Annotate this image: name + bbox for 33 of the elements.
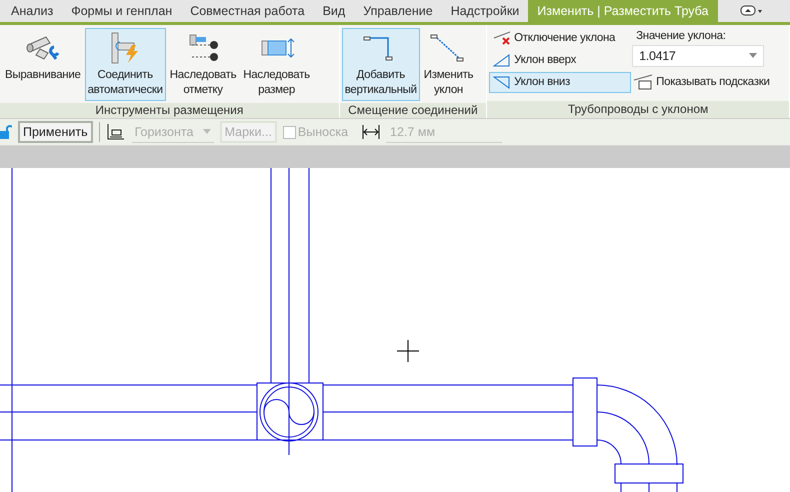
slope-down-icon	[493, 74, 512, 90]
slope-value-dropdown[interactable]: 1.0417	[632, 44, 764, 67]
slope-option-button[interactable]: Уклон вверх	[489, 50, 632, 71]
panel-title: Инструменты размещения	[0, 102, 339, 118]
ribbon-tool-button[interactable]: Выравнивание	[2, 28, 84, 101]
dropdown-caret-icon	[749, 53, 758, 58]
slope-option-button[interactable]: Отключение уклона	[489, 28, 632, 49]
ribbon-tab[interactable]: Вид	[314, 0, 354, 22]
ribbon-tab[interactable]: Формы и генплан	[62, 0, 182, 22]
ribbon-tool-button[interactable]: Изменить уклон	[420, 28, 476, 101]
slope-up-icon	[493, 52, 512, 68]
slope-value-label: Значение уклона:	[635, 28, 727, 44]
ribbon-tool-button[interactable]: Добавить вертикальный	[342, 28, 420, 101]
ribbon-tab[interactable]: Совместная работа	[181, 0, 314, 22]
ribbon-tool-button[interactable]: Наследовать размер	[240, 28, 313, 101]
crosshair-cursor-icon	[396, 340, 420, 362]
apply-button[interactable]: Применить	[18, 121, 93, 143]
ribbon-tab[interactable]: Анализ	[2, 0, 62, 22]
dimension-icon	[362, 125, 380, 139]
ribbon-tab[interactable]: Управление	[354, 0, 442, 22]
placement-icon	[106, 123, 126, 141]
panel-toggle-icon[interactable]	[740, 4, 764, 17]
slope-option-button[interactable]: Уклон вниз	[489, 72, 632, 93]
ribbon-tab[interactable]: Надстройки	[442, 0, 528, 22]
panel-title: Трубопроводы с уклоном	[487, 100, 789, 118]
ribbon-tool-button[interactable]: Наследовать отметку	[166, 28, 240, 101]
show-tooltips-button[interactable]: Показывать подсказки	[632, 72, 774, 93]
unlock-icon[interactable]	[0, 124, 12, 140]
dropdown-caret-icon	[202, 129, 211, 134]
ribbon-tool-button[interactable]: Соединить автоматически	[84, 28, 166, 101]
slope-off-icon	[493, 30, 512, 46]
tooltip-icon	[633, 74, 654, 90]
panel-title: Смещение соединений	[340, 102, 486, 118]
